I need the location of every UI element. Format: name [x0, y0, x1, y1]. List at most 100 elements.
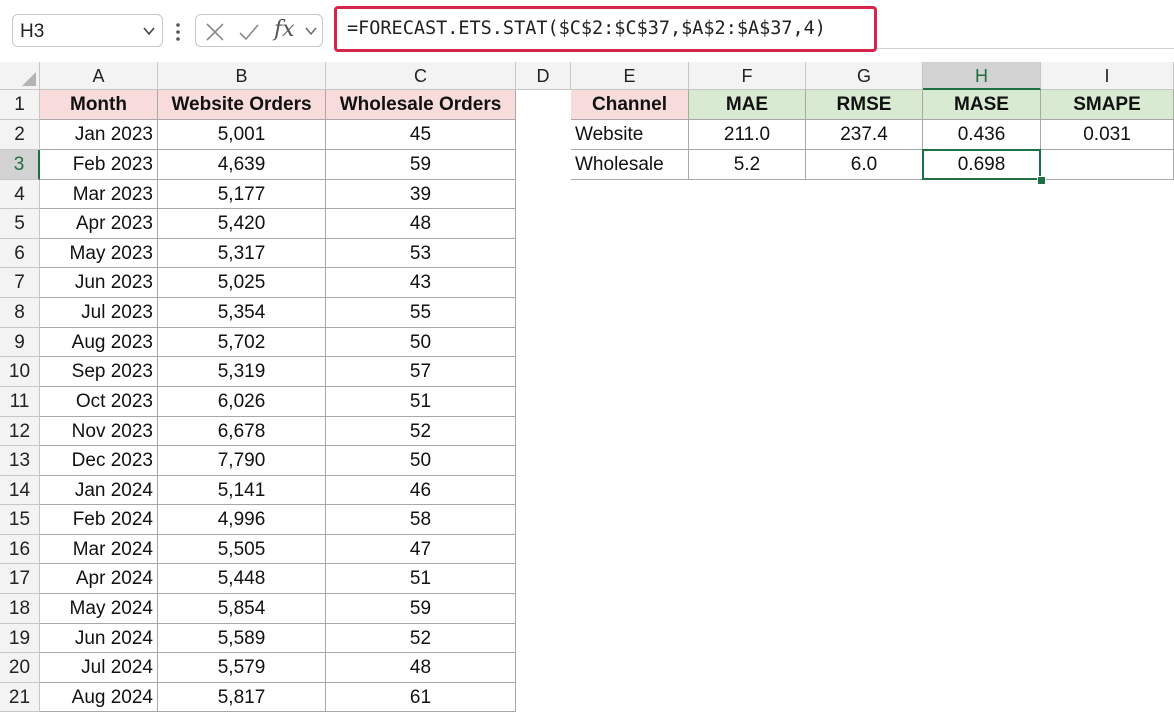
table2-header-cell[interactable]: RMSE	[806, 90, 923, 120]
table1-data-cell[interactable]: 5,817	[158, 683, 326, 712]
table1-data-cell[interactable]: Jul 2023	[40, 298, 158, 328]
row-header-21[interactable]: 21	[0, 683, 40, 712]
table2-header-cell[interactable]: MAE	[689, 90, 806, 120]
row-header-7[interactable]: 7	[0, 268, 40, 298]
table1-data-cell[interactable]: 45	[326, 120, 516, 150]
table1-data-cell[interactable]: 5,420	[158, 209, 326, 239]
chevron-down-icon[interactable]	[142, 24, 156, 38]
row-header-3[interactable]: 3	[0, 150, 40, 180]
column-header-h[interactable]: H	[923, 62, 1041, 90]
row-header-15[interactable]: 15	[0, 505, 40, 535]
table1-data-cell[interactable]: 51	[326, 564, 516, 594]
table1-data-cell[interactable]: 5,579	[158, 653, 326, 683]
column-header-f[interactable]: F	[689, 62, 806, 90]
table1-data-cell[interactable]: Apr 2024	[40, 564, 158, 594]
table1-data-cell[interactable]: 46	[326, 476, 516, 505]
table1-data-cell[interactable]: Aug 2023	[40, 328, 158, 357]
table1-data-cell[interactable]: 50	[326, 446, 516, 476]
column-header-e[interactable]: E	[571, 62, 689, 90]
column-header-d[interactable]: D	[516, 62, 571, 90]
table1-data-cell[interactable]: 51	[326, 387, 516, 417]
table1-data-cell[interactable]: 6,026	[158, 387, 326, 417]
table2-data-cell[interactable]: Wholesale	[571, 150, 689, 180]
table1-data-cell[interactable]: 5,177	[158, 180, 326, 209]
table1-data-cell[interactable]: 58	[326, 505, 516, 535]
table1-data-cell[interactable]: Dec 2023	[40, 446, 158, 476]
fx-icon[interactable]: fx	[274, 17, 295, 42]
row-header-16[interactable]: 16	[0, 535, 40, 564]
table2-data-cell[interactable]: 0.698	[923, 150, 1041, 180]
row-header-13[interactable]: 13	[0, 446, 40, 476]
table1-data-cell[interactable]: 4,639	[158, 150, 326, 180]
table2-header-cell[interactable]: Channel	[571, 90, 689, 120]
table1-data-cell[interactable]: Jun 2023	[40, 268, 158, 298]
table1-data-cell[interactable]: Jan 2024	[40, 476, 158, 505]
table1-data-cell[interactable]: 52	[326, 417, 516, 446]
worksheet-grid[interactable]: A B C D E F G H I 1 2 3 4 5 6 7 8 9 10 11 12 13 14 15 16 17 18 19 20…	[0, 62, 1174, 712]
table1-data-cell[interactable]: 5,319	[158, 357, 326, 387]
table1-data-cell[interactable]: May 2023	[40, 239, 158, 268]
column-header-c[interactable]: C	[326, 62, 516, 90]
column-header-a[interactable]: A	[40, 62, 158, 90]
name-box[interactable]: H3	[12, 14, 163, 47]
table1-data-cell[interactable]: Sep 2023	[40, 357, 158, 387]
table1-data-cell[interactable]: Oct 2023	[40, 387, 158, 417]
table1-data-cell[interactable]: Jun 2024	[40, 624, 158, 653]
table2-data-cell[interactable]: 237.4	[806, 120, 923, 150]
table1-data-cell[interactable]: 5,317	[158, 239, 326, 268]
row-header-14[interactable]: 14	[0, 476, 40, 505]
table1-header-cell[interactable]: Website Orders	[158, 90, 326, 120]
table1-data-cell[interactable]: Aug 2024	[40, 683, 158, 712]
column-header-g[interactable]: G	[806, 62, 923, 90]
table2-data-cell[interactable]: 5.2	[689, 150, 806, 180]
row-header-17[interactable]: 17	[0, 564, 40, 594]
row-header-9[interactable]: 9	[0, 328, 40, 357]
table1-data-cell[interactable]: Mar 2024	[40, 535, 158, 564]
table2-data-cell[interactable]: 211.0	[689, 120, 806, 150]
table1-data-cell[interactable]: 5,505	[158, 535, 326, 564]
row-header-1[interactable]: 1	[0, 90, 40, 120]
table1-data-cell[interactable]: 39	[326, 180, 516, 209]
table1-data-cell[interactable]: 57	[326, 357, 516, 387]
row-header-12[interactable]: 12	[0, 417, 40, 446]
table1-data-cell[interactable]: 6,678	[158, 417, 326, 446]
row-header-4[interactable]: 4	[0, 180, 40, 209]
table1-data-cell[interactable]: Feb 2023	[40, 150, 158, 180]
table1-data-cell[interactable]: Nov 2023	[40, 417, 158, 446]
column-header-b[interactable]: B	[158, 62, 326, 90]
table1-data-cell[interactable]: 7,790	[158, 446, 326, 476]
table1-header-cell[interactable]: Wholesale Orders	[326, 90, 516, 120]
row-header-2[interactable]: 2	[0, 120, 40, 150]
table1-header-cell[interactable]: Month	[40, 90, 158, 120]
select-all-button[interactable]	[0, 62, 40, 90]
table1-data-cell[interactable]: 48	[326, 653, 516, 683]
table2-data-cell[interactable]: 0.031	[1041, 120, 1174, 150]
table1-data-cell[interactable]: 47	[326, 535, 516, 564]
table1-data-cell[interactable]: May 2024	[40, 594, 158, 624]
row-header-5[interactable]: 5	[0, 209, 40, 239]
row-header-11[interactable]: 11	[0, 387, 40, 417]
row-header-18[interactable]: 18	[0, 594, 40, 624]
table1-data-cell[interactable]: Apr 2023	[40, 209, 158, 239]
table1-data-cell[interactable]: 5,354	[158, 298, 326, 328]
table1-data-cell[interactable]: 52	[326, 624, 516, 653]
row-header-20[interactable]: 20	[0, 653, 40, 683]
fill-handle[interactable]	[1037, 176, 1046, 185]
table2-data-cell[interactable]: Website	[571, 120, 689, 150]
table1-data-cell[interactable]: 61	[326, 683, 516, 712]
table1-data-cell[interactable]: 59	[326, 594, 516, 624]
table1-data-cell[interactable]: 5,448	[158, 564, 326, 594]
table1-data-cell[interactable]: 5,001	[158, 120, 326, 150]
table2-header-cell[interactable]: SMAPE	[1041, 90, 1174, 120]
table1-data-cell[interactable]: 59	[326, 150, 516, 180]
table2-data-cell[interactable]: 0.436	[923, 120, 1041, 150]
table2-data-cell[interactable]: 6.0	[806, 150, 923, 180]
table1-data-cell[interactable]: 5,702	[158, 328, 326, 357]
table1-data-cell[interactable]: 55	[326, 298, 516, 328]
table1-data-cell[interactable]: Feb 2024	[40, 505, 158, 535]
table1-data-cell[interactable]: Jan 2023	[40, 120, 158, 150]
table1-data-cell[interactable]: 5,141	[158, 476, 326, 505]
table1-data-cell[interactable]: 53	[326, 239, 516, 268]
table1-data-cell[interactable]: 50	[326, 328, 516, 357]
table1-data-cell[interactable]: 4,996	[158, 505, 326, 535]
